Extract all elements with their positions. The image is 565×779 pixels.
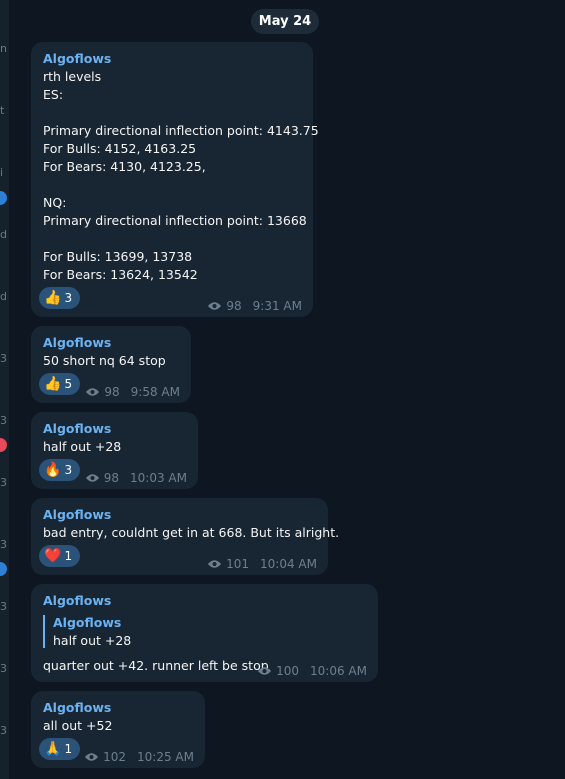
message-text-line: bad entry, couldnt get in at 668. But it… — [43, 525, 340, 540]
reply-text: half out +28 — [53, 633, 132, 648]
message-text-line: 50 short nq 64 stop — [43, 353, 166, 368]
eye-icon — [86, 388, 100, 396]
reaction-count: 1 — [64, 742, 73, 756]
message-meta: 102 10:25 AM — [84, 750, 194, 764]
message-bubble[interactable]: Algoflows rth levels ES: Primary directi… — [31, 42, 319, 317]
message-bubble[interactable]: Algoflows bad entry, couldnt get in at 6… — [31, 498, 339, 575]
reaction-count: 3 — [64, 291, 73, 305]
chat-list-fragment: 3 — [0, 600, 7, 613]
message-bubble[interactable]: Algoflows 50 short nq 64 stop 👍 5 98 9:5… — [31, 326, 191, 403]
sender-name[interactable]: Algoflows — [43, 421, 111, 436]
unread-badge — [0, 438, 7, 452]
view-count: 98 — [226, 299, 242, 313]
unread-badge — [0, 191, 7, 205]
reply-quote[interactable]: Algoflows half out +28 — [43, 615, 131, 648]
timestamp: 10:03 AM — [130, 471, 187, 485]
timestamp: 9:58 AM — [130, 385, 180, 399]
eye-icon — [85, 753, 99, 761]
message-text-line: Primary directional inflection point: 41… — [43, 123, 319, 138]
sender-name[interactable]: Algoflows — [43, 51, 111, 66]
eye-icon — [85, 474, 99, 482]
chat-list-fragment: 3 — [0, 414, 7, 427]
message-text-line: all out +52 — [43, 718, 113, 733]
view-count: 102 — [103, 750, 127, 764]
thumbs-up-icon: 👍 — [44, 376, 62, 392]
message-meta: 100 10:06 AM — [257, 664, 367, 678]
reaction-chip[interactable]: 🔥 3 — [39, 459, 81, 481]
message-text-line: rth levels — [43, 69, 102, 84]
message-text-line: half out +28 — [43, 439, 122, 454]
chat-list-fragment: 3 — [0, 662, 7, 675]
view-count: 98 — [103, 471, 120, 485]
reaction-count: 3 — [64, 463, 73, 477]
chat-list-fragment: d — [0, 228, 7, 241]
timestamp: 10:06 AM — [310, 664, 367, 678]
sender-name[interactable]: Algoflows — [43, 700, 111, 715]
view-count: 98 — [104, 385, 120, 399]
sender-name[interactable]: Algoflows — [43, 593, 111, 608]
view-count: 101 — [226, 557, 250, 571]
message-text-line: NQ: — [43, 195, 67, 210]
chat-list-fragment: 3 — [0, 724, 7, 737]
reaction-chip[interactable]: 🙏 1 — [39, 738, 81, 760]
timestamp: 9:31 AM — [252, 299, 302, 313]
heart-icon: ❤️ — [44, 548, 62, 564]
message-bubble[interactable]: Algoflows Algoflows half out +28 quarter… — [31, 584, 378, 682]
message-text-line: For Bears: 4130, 4123.25, — [43, 159, 206, 174]
date-divider: May 24 — [251, 9, 319, 34]
chat-list-fragment: i — [0, 166, 4, 179]
reply-sender-name: Algoflows — [53, 615, 122, 630]
message-meta: 98 9:31 AM — [207, 299, 302, 313]
message-text-line: Primary directional inflection point: 13… — [43, 213, 307, 228]
reaction-chip[interactable]: 👍 3 — [39, 287, 81, 309]
chat-list-edge[interactable]: n t i d d 3 3 3 3 3 3 3 — [0, 0, 9, 779]
sender-name[interactable]: Algoflows — [43, 335, 111, 350]
message-meta: 98 10:03 AM — [85, 471, 187, 485]
unread-badge — [0, 562, 7, 576]
timestamp: 10:25 AM — [137, 750, 194, 764]
reaction-count: 1 — [64, 549, 73, 563]
reaction-count: 5 — [64, 377, 73, 391]
reaction-chip[interactable]: 👍 5 — [39, 373, 81, 395]
message-text-line: quarter out +42. runner left be stop — [43, 658, 269, 673]
chat-list-fragment: 3 — [0, 476, 7, 489]
chat-list-fragment: t — [0, 104, 5, 117]
message-text-line: ES: — [43, 87, 64, 102]
view-count: 100 — [276, 664, 300, 678]
message-text-line: For Bulls: 13699, 13738 — [43, 249, 193, 264]
chat-list-fragment: 3 — [0, 352, 7, 365]
chat-list-fragment: 3 — [0, 538, 7, 551]
chat-list-fragment: n — [0, 42, 7, 55]
message-bubble[interactable]: Algoflows half out +28 🔥 3 98 10:03 AM — [31, 412, 198, 489]
timestamp: 10:04 AM — [260, 557, 317, 571]
fire-icon: 🔥 — [44, 462, 62, 478]
eye-icon — [258, 667, 272, 675]
message-meta: 98 9:58 AM — [85, 385, 180, 399]
message-bubble[interactable]: Algoflows all out +52 🙏 1 102 10:25 AM — [31, 691, 205, 768]
sender-name[interactable]: Algoflows — [43, 507, 111, 522]
message-text-line: For Bulls: 4152, 4163.25 — [43, 141, 197, 156]
message-text-line: For Bears: 13624, 13542 — [43, 267, 198, 282]
folded-hands-icon: 🙏 — [44, 741, 62, 757]
eye-icon — [208, 302, 222, 310]
message-meta: 101 10:04 AM — [207, 557, 317, 571]
thumbs-up-icon: 👍 — [44, 290, 62, 306]
chat-list-fragment: d — [0, 290, 7, 303]
eye-icon — [208, 560, 222, 568]
reaction-chip[interactable]: ❤️ 1 — [39, 545, 81, 567]
